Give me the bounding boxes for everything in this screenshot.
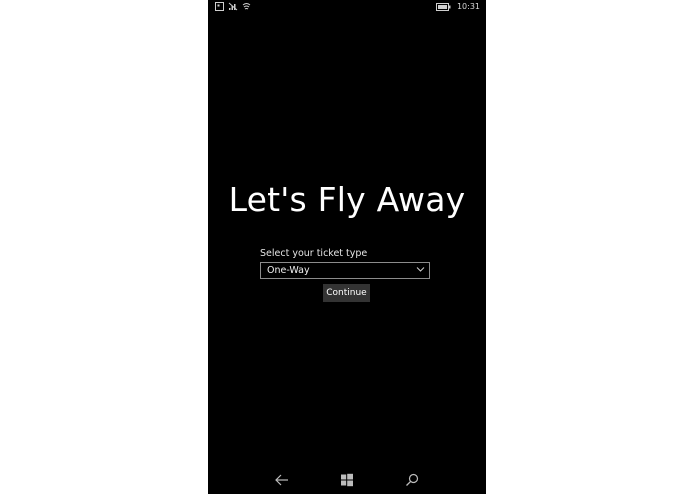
- no-signal-icon: [228, 2, 238, 11]
- ticket-type-selected-value: One-Way: [267, 265, 310, 276]
- status-time: 10:31: [456, 2, 480, 11]
- chevron-down-icon: [416, 267, 425, 272]
- battery-icon: [435, 3, 451, 11]
- phone-screen: 10:31 Let's Fly Away Select your ticket …: [208, 0, 486, 494]
- wifi-icon: [242, 3, 251, 10]
- notification-icon: [215, 2, 224, 11]
- back-arrow-icon[interactable]: [274, 472, 290, 488]
- status-bar-right: 10:31: [435, 1, 480, 13]
- page-title: Let's Fly Away: [228, 180, 466, 219]
- status-bar: 10:31: [208, 0, 486, 14]
- ticket-type-select[interactable]: One-Way: [260, 262, 430, 279]
- status-bar-left: [215, 2, 251, 11]
- continue-button[interactable]: Continue: [323, 284, 370, 302]
- search-icon[interactable]: [404, 472, 420, 488]
- nav-bar: [208, 464, 486, 494]
- ticket-type-label: Select your ticket type: [260, 248, 368, 259]
- windows-start-icon[interactable]: [339, 472, 355, 488]
